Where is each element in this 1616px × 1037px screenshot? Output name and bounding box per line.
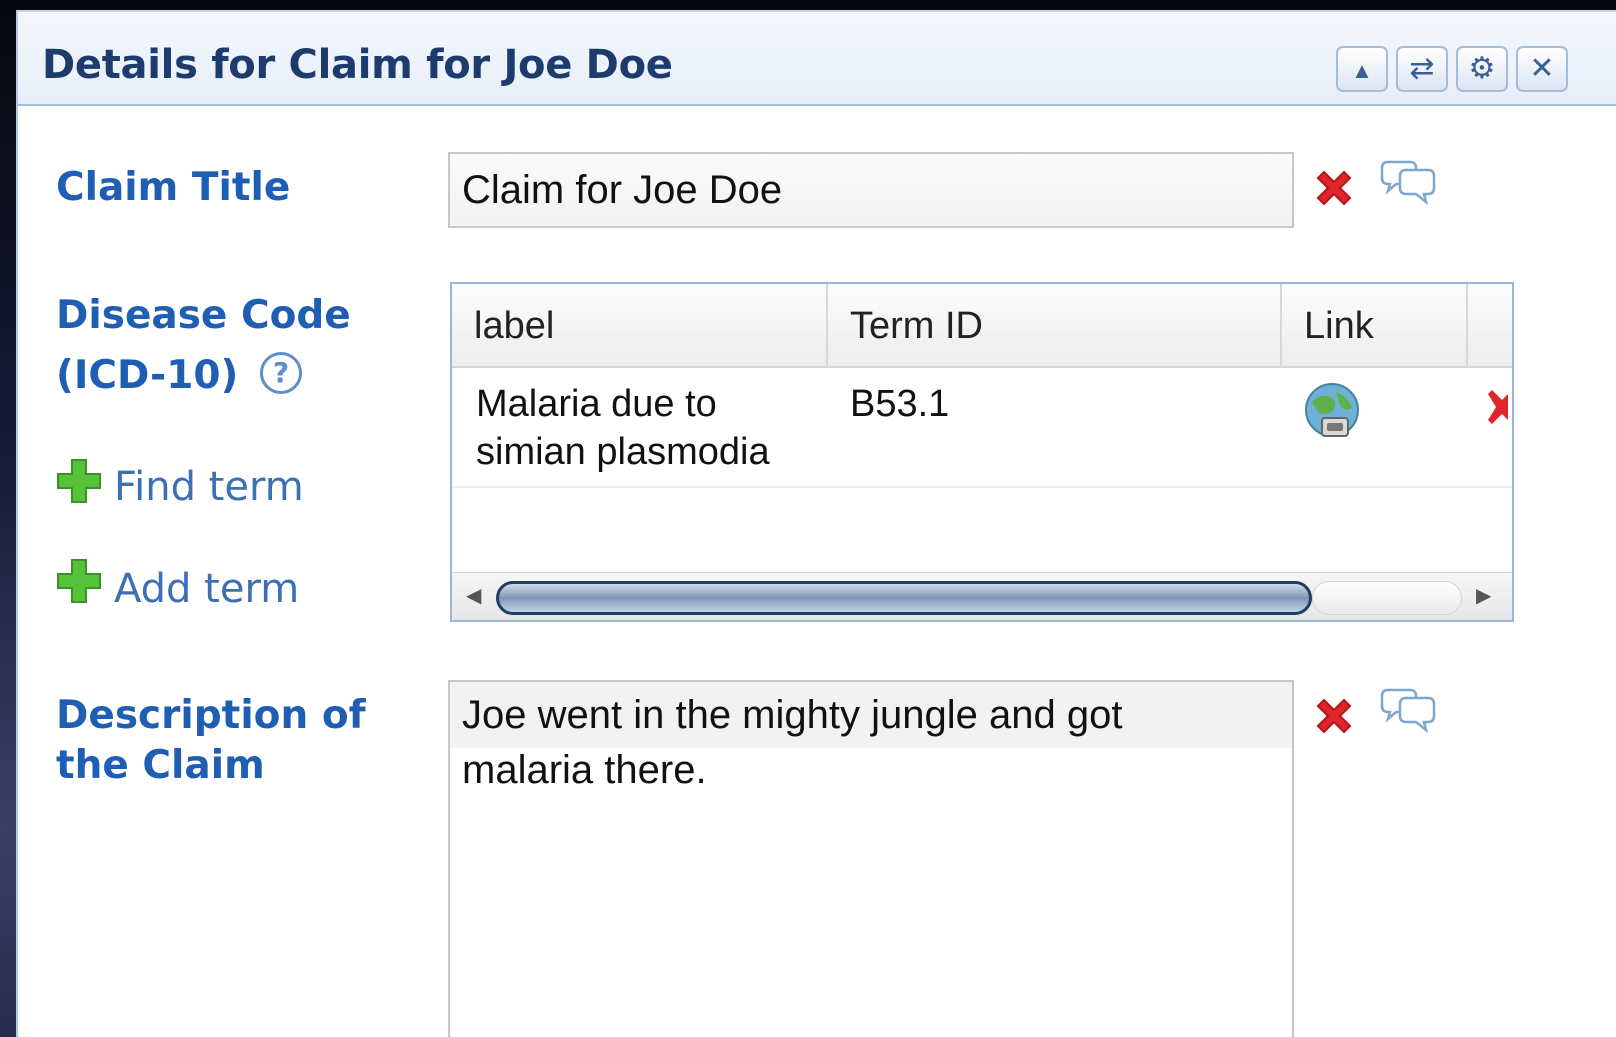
cell-term-id: B53.1 bbox=[850, 383, 950, 425]
cell-label-line1: Malaria due to bbox=[476, 383, 717, 425]
find-term-link[interactable]: Find term bbox=[114, 464, 304, 510]
close-icon: ✕ bbox=[1529, 52, 1555, 85]
scroll-left-arrow-icon[interactable]: ◀ bbox=[466, 583, 481, 608]
description-value-line1: Joe went in the mighty jungle and got bbox=[462, 693, 1123, 737]
globe-link-icon[interactable] bbox=[1302, 382, 1362, 442]
settings-button[interactable]: ⚙ bbox=[1456, 46, 1508, 92]
horizontal-scrollbar[interactable]: ◀ ▶ bbox=[452, 572, 1512, 620]
delete-description-icon[interactable] bbox=[1310, 692, 1358, 740]
scroll-track bbox=[1312, 581, 1462, 615]
description-label-line2: the Claim bbox=[56, 743, 265, 788]
column-header-label[interactable]: label bbox=[452, 284, 828, 368]
claim-title-input[interactable]: Claim for Joe Doe bbox=[448, 152, 1294, 228]
find-term-plus-icon bbox=[57, 459, 101, 503]
description-textarea[interactable]: Joe went in the mighty jungle and got ma… bbox=[448, 680, 1294, 1037]
panel-header: Details for Claim for Joe Doe ▲ ⇄ ⚙ ✕ bbox=[18, 10, 1616, 106]
delete-term-icon[interactable] bbox=[1488, 386, 1510, 428]
grid-header: label Term ID Link bbox=[452, 284, 1512, 368]
term-grid: label Term ID Link Malaria due to simian… bbox=[450, 282, 1514, 622]
scroll-thumb[interactable] bbox=[496, 581, 1312, 615]
refresh-button[interactable]: ⇄ bbox=[1396, 46, 1448, 92]
add-term-plus-icon bbox=[57, 559, 101, 603]
row-divider bbox=[452, 486, 1512, 488]
collapse-button[interactable]: ▲ bbox=[1336, 46, 1388, 92]
column-header-term-id[interactable]: Term ID bbox=[828, 284, 1282, 368]
description-value-line2: malaria there. bbox=[462, 748, 707, 792]
collapse-up-icon: ▲ bbox=[1351, 58, 1373, 83]
cell-label-line2: simian plasmodia bbox=[476, 431, 770, 473]
gear-icon: ⚙ bbox=[1468, 52, 1496, 85]
column-header-link[interactable]: Link bbox=[1282, 284, 1468, 368]
add-term-link[interactable]: Add term bbox=[114, 566, 299, 612]
comment-claim-title-icon[interactable] bbox=[1376, 158, 1440, 212]
close-button[interactable]: ✕ bbox=[1516, 46, 1568, 92]
claim-details-panel: Details for Claim for Joe Doe ▲ ⇄ ⚙ ✕ Cl… bbox=[16, 10, 1616, 1037]
scroll-right-arrow-icon[interactable]: ▶ bbox=[1476, 583, 1491, 608]
refresh-icon: ⇄ bbox=[1409, 52, 1435, 85]
claim-title-label: Claim Title bbox=[56, 165, 291, 210]
delete-claim-title-icon[interactable] bbox=[1310, 164, 1358, 212]
comment-description-icon[interactable] bbox=[1376, 686, 1440, 740]
disease-code-label: Disease Code bbox=[56, 293, 351, 338]
help-icon[interactable]: ? bbox=[260, 352, 302, 394]
disease-code-label-icd: (ICD-10) bbox=[56, 353, 239, 398]
panel-title: Details for Claim for Joe Doe bbox=[42, 42, 673, 88]
claim-title-value: Claim for Joe Doe bbox=[462, 168, 783, 212]
help-glyph: ? bbox=[272, 356, 290, 389]
